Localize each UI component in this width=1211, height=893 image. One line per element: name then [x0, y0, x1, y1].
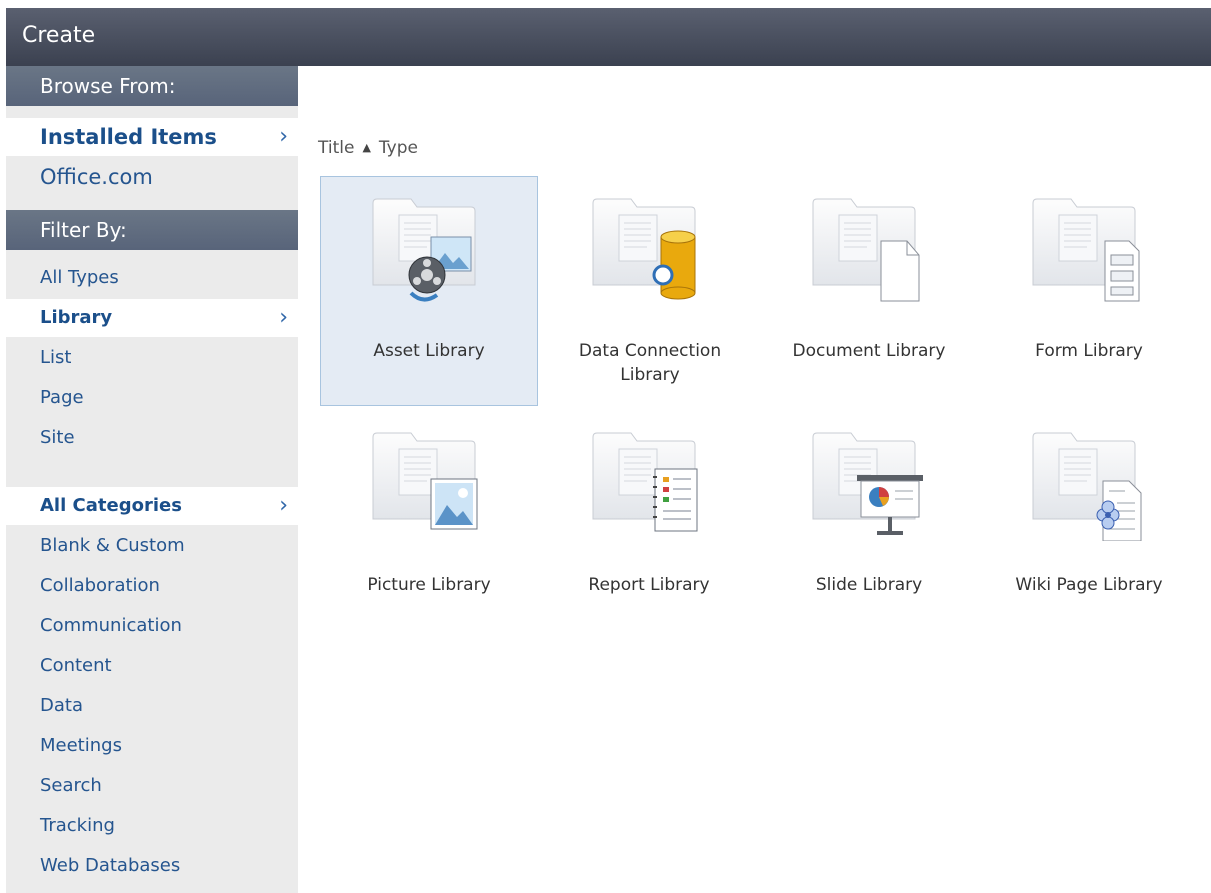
template-tile-wiki-page-library[interactable]: Wiki Page Library	[980, 410, 1198, 640]
filter-type-list[interactable]: List	[6, 339, 298, 377]
filter-type-label: Library	[40, 307, 113, 328]
sort-bar: Title ▲ Type	[318, 138, 418, 158]
browse-item-installed-items[interactable]: Installed Items ›	[6, 118, 298, 156]
filter-category-tracking[interactable]: Tracking	[6, 807, 298, 845]
template-label: Form Library	[1035, 341, 1143, 361]
sort-by-type-link[interactable]: Type	[379, 138, 418, 158]
template-tile-asset-library[interactable]: Asset Library	[320, 176, 538, 406]
template-tile-report-library[interactable]: Report Library	[540, 410, 758, 640]
picture-library-icon	[372, 432, 478, 530]
asset-library-icon	[372, 198, 476, 302]
filter-category-collaboration[interactable]: Collaboration	[6, 567, 298, 605]
filter-category-meetings[interactable]: Meetings	[6, 727, 298, 765]
filter-category-all-categories[interactable]: All Categories ›	[6, 487, 298, 525]
template-label: Slide Library	[815, 575, 923, 595]
form-library-icon	[1032, 198, 1140, 302]
template-label: Report Library	[588, 575, 710, 595]
browse-from-header: Browse From:	[6, 66, 298, 106]
filter-category-communication[interactable]: Communication	[6, 607, 298, 645]
filter-category-label: Content	[40, 655, 112, 676]
filter-category-label: Collaboration	[40, 575, 160, 596]
filter-by-header: Filter By:	[6, 210, 298, 250]
template-label: Asset Library	[373, 341, 485, 361]
template-label: Picture Library	[367, 575, 491, 595]
template-label: Document Library	[792, 341, 946, 361]
filter-category-data[interactable]: Data	[6, 687, 298, 725]
document-library-icon	[812, 198, 920, 302]
filter-category-search[interactable]: Search	[6, 767, 298, 805]
filter-category-label: Data	[40, 695, 83, 716]
chevron-right-icon: ›	[279, 305, 288, 330]
template-tile-form-library[interactable]: Form Library	[980, 176, 1198, 406]
dialog-title-bar: Create	[6, 8, 1211, 66]
filter-type-label: List	[40, 347, 72, 368]
filter-type-site[interactable]: Site	[6, 419, 298, 457]
filter-type-label: All Types	[40, 267, 119, 288]
report-library-icon	[592, 432, 698, 532]
template-tile-picture-library[interactable]: Picture Library	[320, 410, 538, 640]
filter-type-all-types[interactable]: All Types	[6, 259, 298, 297]
data-connection-library-icon	[592, 198, 696, 300]
dialog-title: Create	[22, 23, 96, 48]
sidebar: Browse From: Installed Items › Office.co…	[6, 66, 298, 893]
filter-category-label: All Categories	[40, 495, 182, 516]
template-tile-data-connection-library[interactable]: Data Connection Library	[540, 176, 758, 406]
filter-category-label: Web Databases	[40, 855, 181, 876]
template-tile-slide-library[interactable]: Slide Library	[760, 410, 978, 640]
filter-category-web-databases[interactable]: Web Databases	[6, 847, 298, 885]
template-tile-document-library[interactable]: Document Library	[760, 176, 978, 406]
filter-type-page[interactable]: Page	[6, 379, 298, 417]
filter-category-label: Tracking	[40, 815, 115, 836]
template-label: Wiki Page Library	[1015, 575, 1163, 595]
chevron-right-icon: ›	[279, 493, 288, 518]
slide-library-icon	[812, 432, 923, 535]
sort-ascending-icon: ▲	[362, 141, 371, 154]
filter-category-label: Communication	[40, 615, 182, 636]
chevron-right-icon: ›	[279, 124, 288, 149]
browse-item-office-com[interactable]: Office.com	[6, 158, 298, 196]
filter-type-library[interactable]: Library ›	[6, 299, 298, 337]
filter-category-content[interactable]: Content	[6, 647, 298, 685]
filter-category-label: Meetings	[40, 735, 122, 756]
sort-by-title-link[interactable]: Title	[318, 138, 354, 158]
filter-type-label: Site	[40, 427, 75, 448]
browse-item-label: Installed Items	[40, 125, 217, 149]
template-label: Data Connection Library	[578, 341, 722, 385]
browse-item-label: Office.com	[40, 165, 153, 189]
wiki-page-library-icon	[1032, 432, 1142, 541]
filter-category-label: Blank & Custom	[40, 535, 185, 556]
filter-category-label: Search	[40, 775, 102, 796]
filter-category-blank-custom[interactable]: Blank & Custom	[6, 527, 298, 565]
filter-type-label: Page	[40, 387, 84, 408]
